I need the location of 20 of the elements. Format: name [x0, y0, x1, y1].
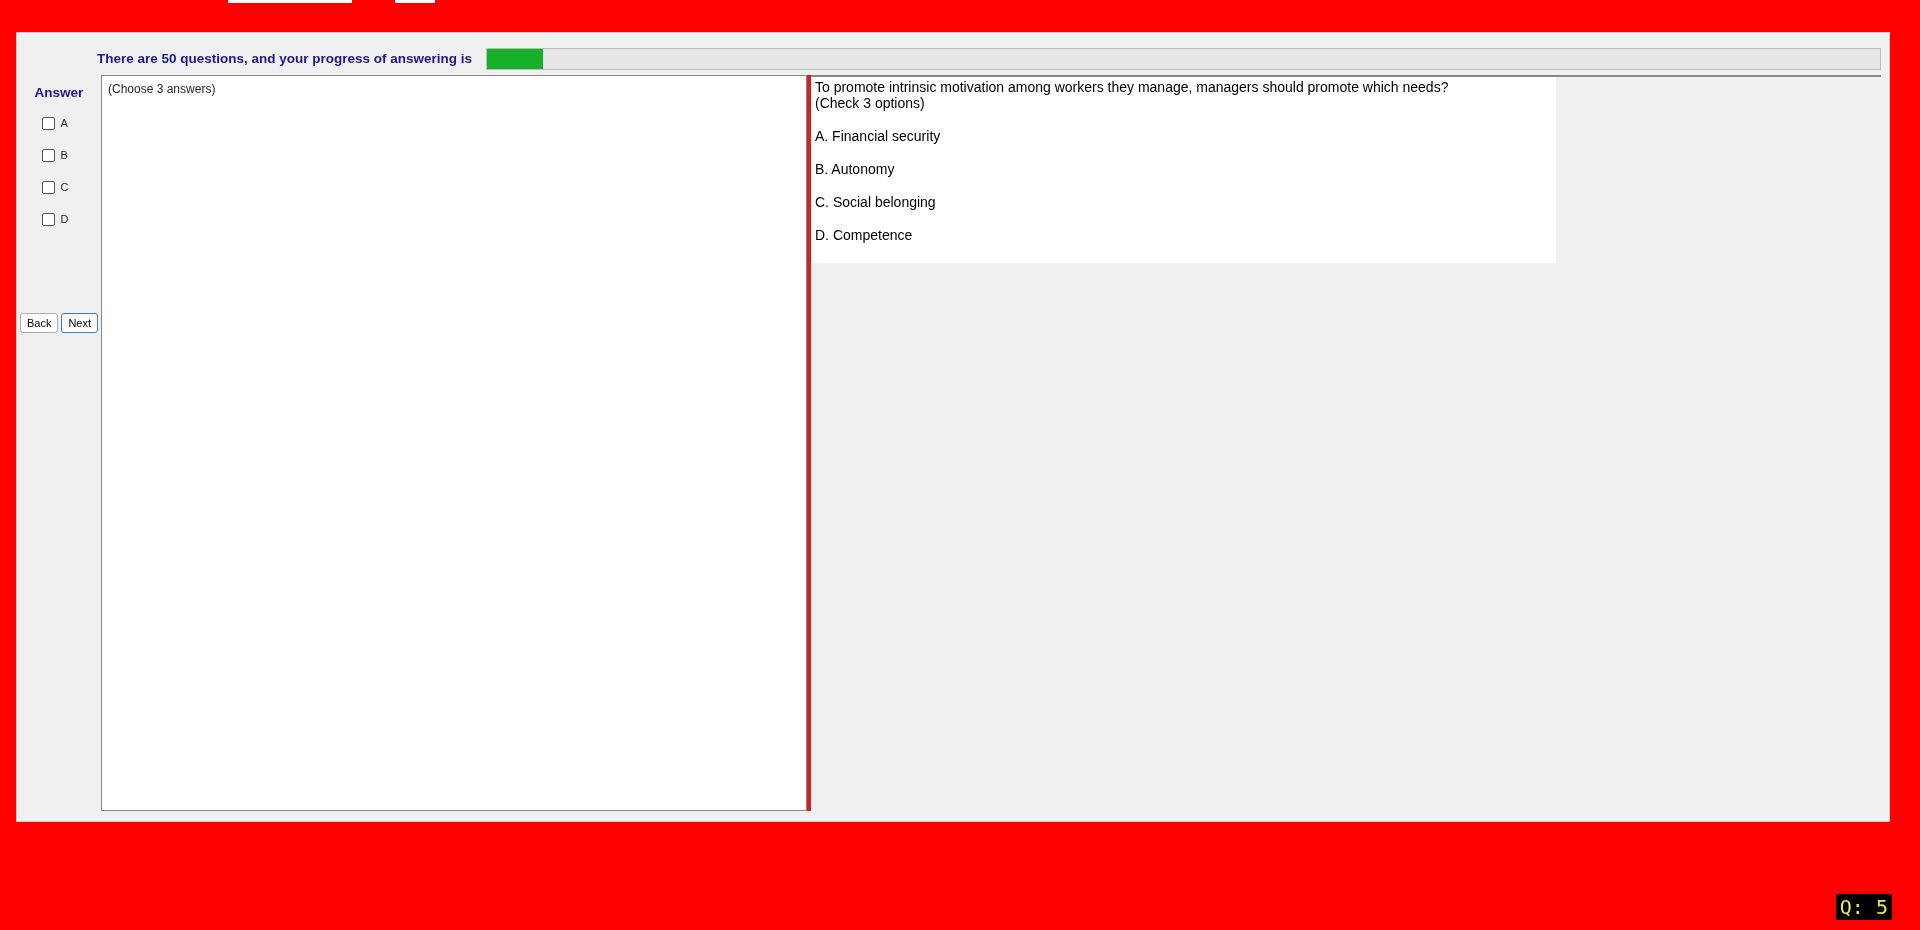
option-label[interactable]: A: [60, 115, 68, 132]
answer-text-area[interactable]: (Choose 3 answers): [101, 75, 807, 811]
choice-text: A. Financial security: [815, 128, 942, 144]
choice-text: B. Autonomy: [815, 161, 896, 177]
back-button[interactable]: Back: [19, 313, 59, 334]
answer-heading: Answer: [34, 84, 84, 102]
choice-text: C. Social belonging: [815, 194, 937, 210]
question-text: (Check 3 options): [815, 95, 926, 111]
next-button[interactable]: Next: [61, 313, 99, 334]
option-label[interactable]: C: [60, 179, 69, 196]
checkbox[interactable]: [41, 116, 55, 130]
option-label[interactable]: B: [60, 147, 68, 164]
choice-text: D. Competence: [815, 227, 914, 243]
checkbox[interactable]: [41, 148, 55, 162]
question-text: To promote intrinsic motivation among workers they manage, managers should promote which needs?: [815, 79, 1450, 95]
checkbox[interactable]: [41, 180, 55, 194]
checkbox[interactable]: [41, 212, 55, 226]
option-label[interactable]: D: [60, 211, 69, 228]
progress-label: There are 50 questions, and your progress of answering is: [97, 49, 473, 68]
question-counter: Q: 5: [1835, 894, 1892, 920]
